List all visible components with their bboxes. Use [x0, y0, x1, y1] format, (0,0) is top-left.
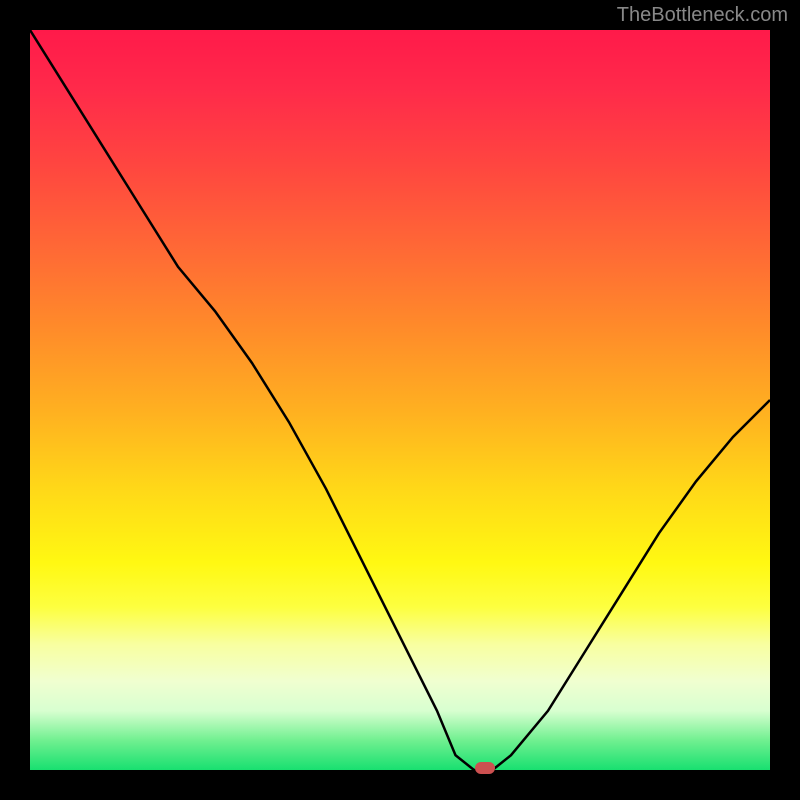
watermark-text: TheBottleneck.com — [617, 4, 788, 27]
bottleneck-curve — [30, 30, 770, 770]
optimum-marker — [475, 762, 495, 774]
chart-gradient-background — [30, 30, 770, 770]
